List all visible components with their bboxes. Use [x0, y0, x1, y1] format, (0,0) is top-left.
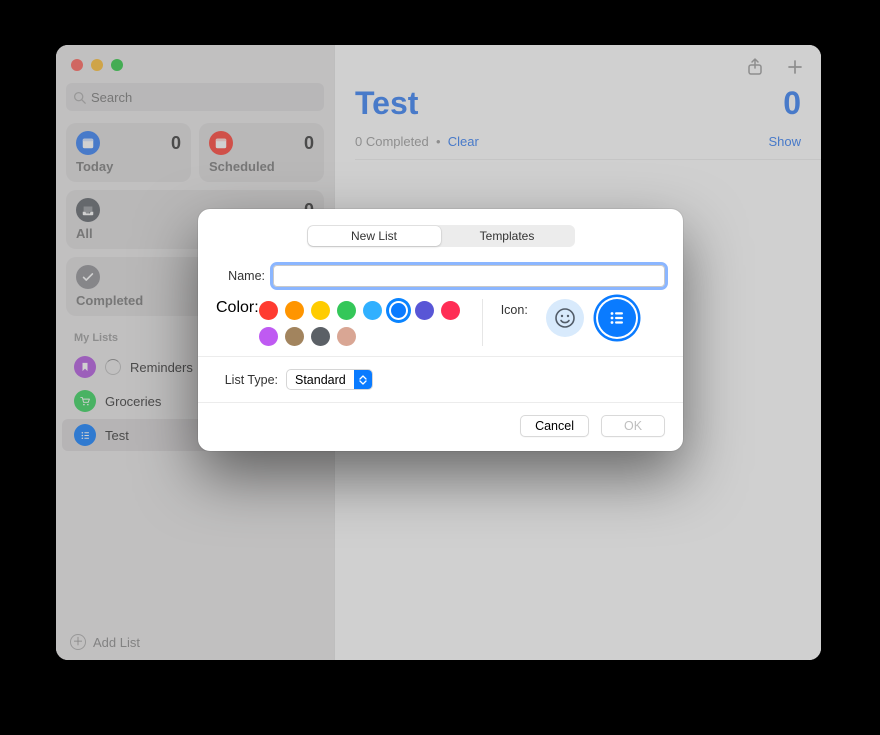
zoom-window-icon[interactable]: [111, 59, 123, 71]
search-field[interactable]: [66, 83, 324, 111]
add-list-label: Add List: [93, 635, 140, 650]
minimize-window-icon[interactable]: [91, 59, 103, 71]
name-input[interactable]: [273, 265, 665, 287]
tray-icon: [76, 198, 100, 222]
color-swatch[interactable]: [259, 301, 278, 320]
card-label: Today: [76, 159, 181, 174]
page-count: 0: [783, 85, 801, 122]
search-input[interactable]: [91, 90, 317, 105]
window-controls: [56, 53, 334, 83]
color-label: Color:: [216, 299, 259, 317]
list-name: Test: [105, 428, 129, 443]
new-list-dialog: New List Templates Name: Color: Icon: Li…: [198, 209, 683, 451]
card-today[interactable]: 0 Today: [66, 123, 191, 182]
color-swatch[interactable]: [337, 301, 356, 320]
card-scheduled[interactable]: 0 Scheduled: [199, 123, 324, 182]
color-swatch[interactable]: [259, 327, 278, 346]
divider: [482, 299, 483, 346]
tab-new-list[interactable]: New List: [308, 226, 441, 246]
divider: [355, 159, 821, 160]
ok-button[interactable]: OK: [601, 415, 665, 437]
list-type-value: Standard: [287, 370, 354, 389]
chevron-up-down-icon: [354, 370, 372, 389]
bookmark-icon: [74, 356, 96, 378]
list-type-label: List Type:: [216, 373, 286, 387]
plus-circle-icon: ＋: [70, 634, 86, 650]
divider: [198, 402, 683, 403]
checkmark-icon: [76, 265, 100, 289]
add-list-button[interactable]: ＋ Add List: [56, 624, 334, 660]
calendar-day-icon: [76, 131, 100, 155]
color-swatch[interactable]: [311, 301, 330, 320]
list-bullet-icon: [74, 424, 96, 446]
card-count: 0: [171, 133, 181, 154]
color-swatch[interactable]: [415, 301, 434, 320]
color-swatch[interactable]: [389, 301, 408, 320]
card-label: Scheduled: [209, 159, 314, 174]
divider: [198, 356, 683, 357]
close-window-icon[interactable]: [71, 59, 83, 71]
color-swatch[interactable]: [441, 301, 460, 320]
tab-templates[interactable]: Templates: [441, 226, 574, 246]
search-icon: [73, 91, 86, 104]
completed-count-text: 0 Completed: [355, 134, 429, 149]
name-label: Name:: [216, 269, 273, 283]
share-icon[interactable]: [745, 57, 765, 77]
page-title: Test: [355, 85, 418, 122]
icon-option-emoji[interactable]: [546, 299, 584, 337]
show-button[interactable]: Show: [768, 134, 801, 149]
color-swatch[interactable]: [363, 301, 382, 320]
segmented-control[interactable]: New List Templates: [307, 225, 575, 247]
loading-spinner-icon: [105, 359, 121, 375]
color-swatch[interactable]: [311, 327, 330, 346]
card-count: 0: [304, 133, 314, 154]
color-swatch[interactable]: [285, 301, 304, 320]
list-name: Groceries: [105, 394, 161, 409]
icon-option-list[interactable]: [598, 299, 636, 337]
color-swatch[interactable]: [285, 327, 304, 346]
plus-icon[interactable]: [785, 57, 805, 77]
icon-label: Icon:: [501, 299, 528, 317]
color-swatch[interactable]: [337, 327, 356, 346]
calendar-icon: [209, 131, 233, 155]
cart-icon: [74, 390, 96, 412]
list-type-select[interactable]: Standard: [286, 369, 373, 390]
clear-button[interactable]: Clear: [448, 134, 479, 149]
cancel-button[interactable]: Cancel: [520, 415, 589, 437]
list-name: Reminders: [130, 360, 193, 375]
color-swatches: [259, 299, 474, 346]
